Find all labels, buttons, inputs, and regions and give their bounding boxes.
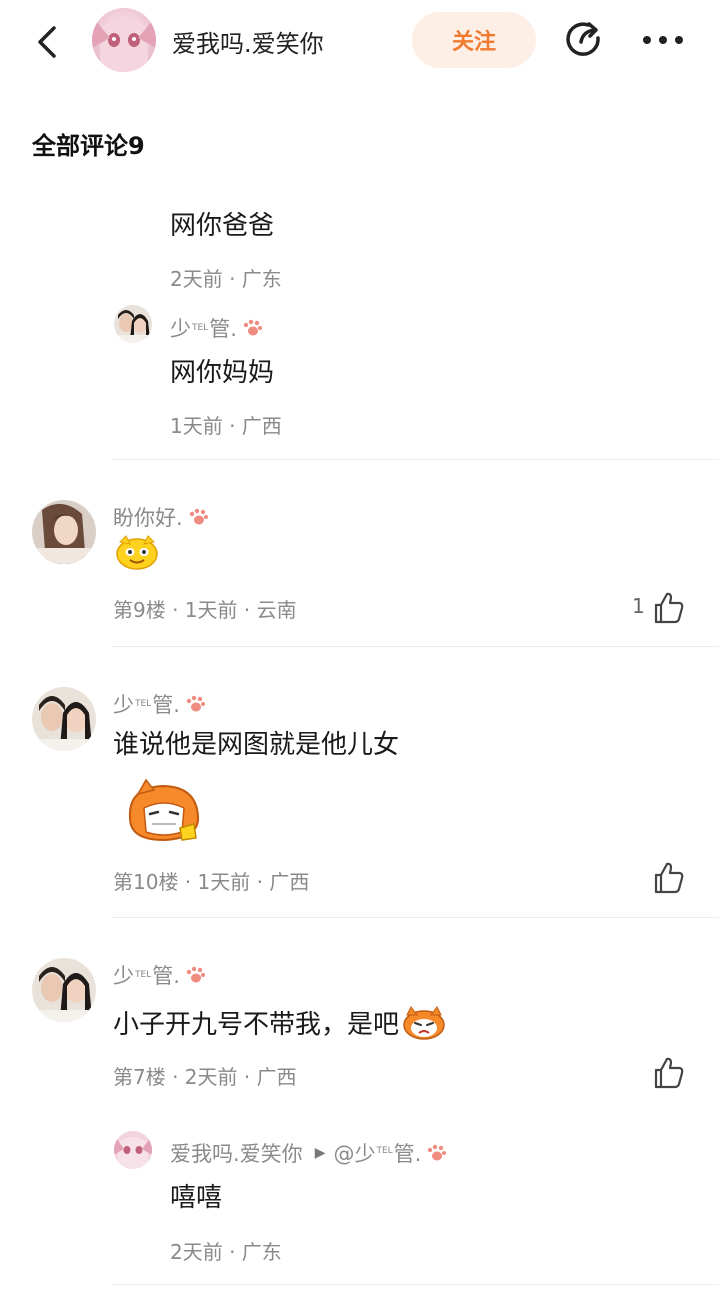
reply-username[interactable]: 少 TEL 管. [170, 313, 263, 343]
sticker-cat-mask-icon [128, 778, 200, 842]
sticker-emoji-icon [116, 535, 158, 570]
paw-icon [189, 508, 208, 525]
mention-sup: TEL [376, 1146, 393, 1156]
paw-icon [428, 1144, 447, 1161]
mention-text: @少 [333, 1142, 376, 1166]
commenter-avatar[interactable] [32, 687, 96, 751]
username-text-suffix: 管. [152, 964, 180, 988]
divider [112, 1284, 719, 1285]
divider [112, 917, 719, 918]
username-text: 少 [113, 693, 134, 717]
more-dots-icon [643, 36, 683, 44]
comment-text: 谁说他是网图就是他儿女 [113, 730, 400, 760]
comment-meta: 第10楼 · 1天前 · 广西 [113, 870, 310, 894]
comment-meta: 第9楼 · 1天前 · 云南 [113, 598, 297, 622]
like-count: 1 [632, 594, 645, 618]
username-sup: TEL [135, 970, 152, 980]
username-sup: TEL [192, 323, 209, 333]
sticker-cat-angry-icon [403, 1005, 445, 1040]
divider [112, 459, 719, 460]
thumbs-up-icon [654, 1057, 684, 1089]
author-name[interactable]: 爱我吗.爱笑你 [172, 24, 324, 59]
author-avatar[interactable] [92, 8, 156, 72]
commenter-avatar[interactable] [32, 500, 96, 564]
reply-meta: 2天前 · 广东 [170, 1240, 282, 1264]
like-button[interactable] [648, 1053, 688, 1093]
follow-button[interactable]: 关注 [412, 12, 536, 68]
reply-avatar[interactable] [114, 1131, 152, 1169]
comment-text-row: 小子开九号不带我，是吧 [113, 1004, 447, 1041]
reply-text: 网你妈妈 [170, 358, 275, 388]
username-sup: TEL [135, 699, 152, 709]
paw-icon [186, 695, 205, 712]
paw-icon [186, 966, 205, 983]
comment-text: 小子开九号不带我，是吧 [113, 1010, 400, 1040]
mention-username[interactable]: @少TEL管. [333, 1138, 421, 1168]
thumbs-up-icon [654, 862, 684, 894]
more-button[interactable] [640, 24, 686, 56]
reply-meta: 2天前 · 广东 [170, 267, 282, 291]
username-text-suffix: 管. [209, 317, 237, 341]
thumbs-up-icon [654, 592, 684, 624]
share-button[interactable] [562, 18, 606, 62]
like-button[interactable] [648, 858, 688, 898]
chevron-left-icon [38, 26, 56, 58]
reply-arrow-icon: ▶ [314, 1145, 326, 1161]
paw-icon [243, 319, 262, 336]
share-icon [566, 22, 600, 56]
reply-meta: 1天前 · 广西 [170, 414, 282, 438]
reply-username-row: 爱我吗.爱笑你 ▶ @少TEL管. [170, 1138, 447, 1168]
username-text: 少 [170, 317, 191, 341]
username-text-suffix: 管. [152, 693, 180, 717]
username-text: 少 [113, 964, 134, 988]
reply-text: 嘻嘻 [170, 1183, 223, 1213]
commenter-username[interactable]: 少 TEL 管. [113, 960, 206, 990]
commenter-avatar[interactable] [32, 958, 96, 1022]
comment-meta: 第7楼 · 2天前 · 广西 [113, 1065, 297, 1089]
back-button[interactable] [30, 22, 66, 62]
username-text: 盼你好. [113, 506, 183, 530]
like-button[interactable] [648, 588, 688, 628]
divider [112, 646, 719, 647]
commenter-username[interactable]: 盼你好. [113, 502, 209, 532]
mention-text-suffix: 管. [393, 1142, 422, 1166]
reply-text: 网你爸爸 [170, 211, 275, 241]
reply-avatar[interactable] [114, 305, 152, 343]
emoji-sticker [114, 532, 160, 572]
comments-count-title: 全部评论9 [32, 132, 145, 160]
reply-username[interactable]: 爱我吗.爱笑你 [170, 1138, 303, 1168]
commenter-username[interactable]: 少 TEL 管. [113, 689, 206, 719]
emoji-sticker [122, 778, 206, 844]
